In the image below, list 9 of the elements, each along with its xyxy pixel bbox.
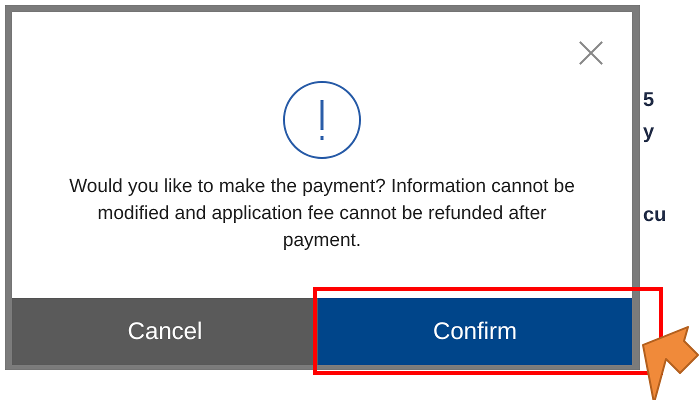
confirm-button[interactable]: Confirm xyxy=(318,298,632,365)
arrow-pointer-icon xyxy=(640,325,699,400)
page-text: cu xyxy=(643,205,666,225)
close-icon[interactable] xyxy=(578,40,604,66)
exclamation-icon xyxy=(282,80,362,160)
cancel-button[interactable]: Cancel xyxy=(12,298,318,365)
page-text: y xyxy=(643,122,654,142)
dialog-message: Would you like to make the payment? Information cannot be modified and application fee cannot be refunded after payment. xyxy=(68,175,576,253)
page-text: 5 xyxy=(643,90,654,110)
